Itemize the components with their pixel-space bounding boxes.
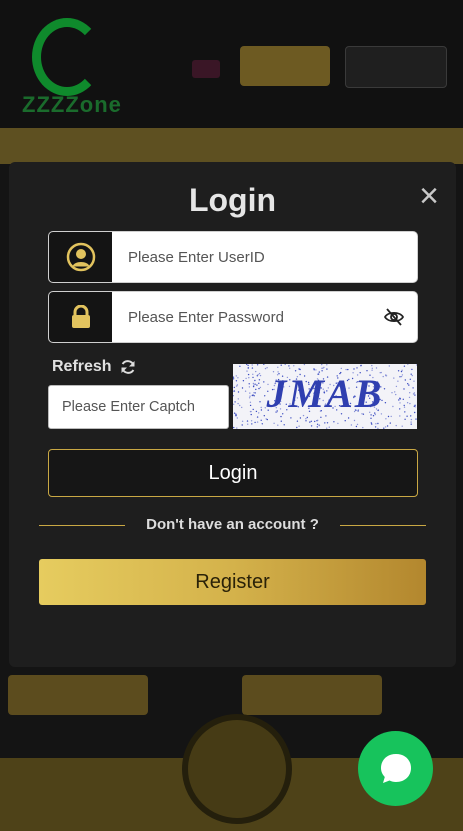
captcha-text: JMAB xyxy=(266,371,384,416)
language-flag-icon xyxy=(192,60,220,78)
no-account-divider: Don't have an account ? xyxy=(39,516,426,536)
eye-off-icon[interactable] xyxy=(383,306,405,328)
chat-bubble-icon[interactable] xyxy=(358,731,433,806)
login-button[interactable]: Login xyxy=(48,449,418,497)
userid-input[interactable] xyxy=(112,232,402,282)
header-register-button xyxy=(345,46,447,88)
announcement-ticker xyxy=(0,128,463,164)
lock-icon xyxy=(49,292,112,342)
bottom-nav-center-button xyxy=(182,714,292,824)
site-header: ZZZZone xyxy=(0,0,463,128)
captcha-input[interactable] xyxy=(48,385,229,429)
password-field xyxy=(48,291,418,343)
user-circle-icon xyxy=(49,232,112,282)
site-logo: ZZZZone xyxy=(22,18,162,118)
logo-text: ZZZZone xyxy=(22,92,122,117)
captcha-image: JMAB xyxy=(233,364,417,429)
content-tile xyxy=(8,675,148,715)
divider-line-right xyxy=(340,525,426,526)
refresh-icon xyxy=(121,360,135,374)
captcha-refresh-button[interactable]: Refresh xyxy=(52,358,136,376)
register-button[interactable]: Register xyxy=(39,559,426,605)
header-login-button xyxy=(240,46,330,86)
modal-title: Login xyxy=(188,182,277,218)
login-modal: Login × Refresh xyxy=(9,162,456,667)
content-tile xyxy=(242,675,382,715)
close-icon[interactable]: × xyxy=(413,179,445,213)
refresh-label: Refresh xyxy=(52,358,112,375)
password-input[interactable] xyxy=(112,292,402,342)
logo-arc xyxy=(32,18,102,96)
userid-field xyxy=(48,231,418,283)
